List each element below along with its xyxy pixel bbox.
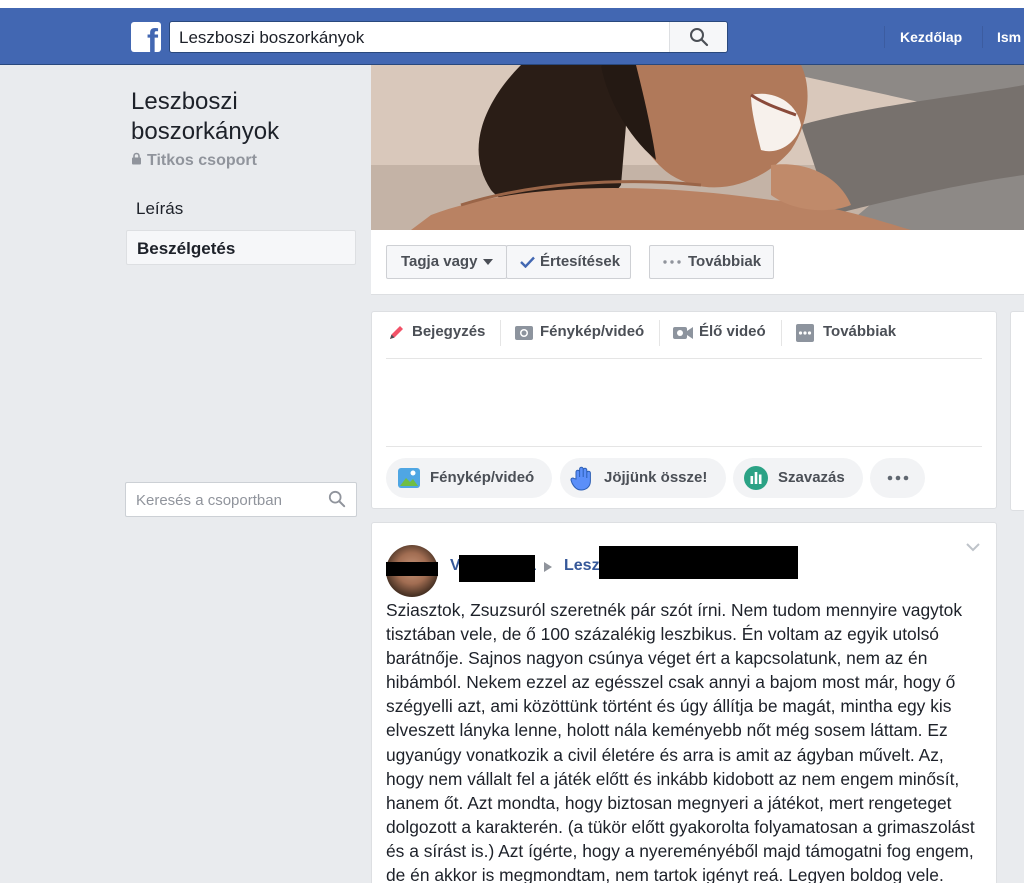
- checkmark-icon: [520, 256, 535, 268]
- composer-tab-more[interactable]: Továbbiak: [823, 323, 896, 340]
- member-status-label: Tagja vagy: [401, 253, 478, 270]
- search-input-value[interactable]: Leszboszi boszorkányok: [179, 28, 364, 48]
- search-button[interactable]: [669, 22, 727, 52]
- composer-divider: [386, 446, 982, 447]
- pencil-icon: [390, 326, 403, 339]
- composer-tab-live-video[interactable]: Élő videó: [699, 323, 766, 340]
- more-dots-icon: [887, 475, 909, 481]
- nav-divider: [884, 26, 885, 48]
- photo-icon: [398, 468, 420, 488]
- lock-icon: [131, 152, 142, 170]
- redaction-bar: [386, 562, 438, 576]
- member-status-button[interactable]: Tagja vagy: [386, 245, 507, 279]
- nav-divider: [982, 26, 983, 48]
- search-icon[interactable]: [328, 490, 346, 508]
- meetup-action-label: Jöjjünk össze!: [604, 469, 708, 486]
- chevron-down-icon[interactable]: [966, 543, 980, 552]
- poll-action[interactable]: Szavazás: [733, 458, 863, 498]
- waving-hand-icon: [570, 466, 591, 491]
- meetup-action[interactable]: Jöjjünk össze!: [560, 458, 726, 498]
- facebook-logo-icon[interactable]: f: [131, 22, 161, 52]
- group-cover-photo[interactable]: [371, 65, 1024, 230]
- composer-tab-photo-video[interactable]: Fénykép/videó: [540, 323, 644, 340]
- tab-separator: [659, 320, 660, 346]
- browser-strip: [0, 0, 1024, 8]
- more-options-label: Továbbiak: [688, 253, 762, 270]
- video-camera-icon: [673, 327, 693, 339]
- composer-text-area[interactable]: [386, 360, 982, 446]
- poll-chart-icon: [744, 466, 768, 490]
- photo-video-action-label: Fénykép/videó: [430, 469, 535, 486]
- group-search-placeholder: Keresés a csoportban: [136, 492, 282, 509]
- global-search-input[interactable]: Leszboszi boszorkányok: [169, 21, 728, 53]
- nav-link-friends[interactable]: Ism: [997, 29, 1021, 45]
- left-nav-discussion[interactable]: Beszélgetés: [126, 230, 356, 265]
- group-title[interactable]: Leszboszi boszorkányok: [131, 87, 351, 147]
- search-icon: [690, 28, 709, 47]
- post-body-text: Sziasztok, Zsuzsuról szeretnék pár szót …: [386, 600, 975, 883]
- tab-separator: [781, 320, 782, 346]
- notifications-button[interactable]: Értesítések: [506, 245, 631, 279]
- triangle-right-icon: [544, 562, 552, 572]
- notifications-label: Értesítések: [540, 253, 621, 270]
- right-column-card: [1010, 311, 1024, 511]
- cover-photo-image: [371, 65, 1024, 230]
- camera-icon: [515, 326, 533, 340]
- group-search-input[interactable]: Keresés a csoportban: [125, 482, 357, 517]
- composer-tab-post[interactable]: Bejegyzés: [412, 323, 485, 340]
- tab-separator: [500, 320, 501, 346]
- left-nav-about[interactable]: Leírás: [126, 191, 356, 226]
- privacy-label: Titkos csoport: [147, 152, 257, 169]
- nav-link-home[interactable]: Kezdőlap: [900, 29, 962, 45]
- photo-video-action[interactable]: Fénykép/videó: [386, 458, 552, 498]
- caret-down-icon: [483, 259, 493, 265]
- group-privacy-status: Titkos csoport: [131, 152, 257, 170]
- more-options-button[interactable]: Továbbiak: [649, 245, 774, 279]
- redaction-bar: [599, 546, 798, 579]
- more-box-icon: [796, 324, 814, 342]
- cover-action-bar: Tagja vagy Értesítések Továbbiak: [371, 230, 1024, 295]
- more-dots-icon: [663, 260, 681, 264]
- poll-action-label: Szavazás: [778, 469, 845, 486]
- composer-more-button[interactable]: [870, 458, 925, 498]
- composer-divider: [386, 358, 982, 359]
- group-link[interactable]: Lesz: [564, 557, 600, 575]
- redaction-bar: [459, 555, 535, 582]
